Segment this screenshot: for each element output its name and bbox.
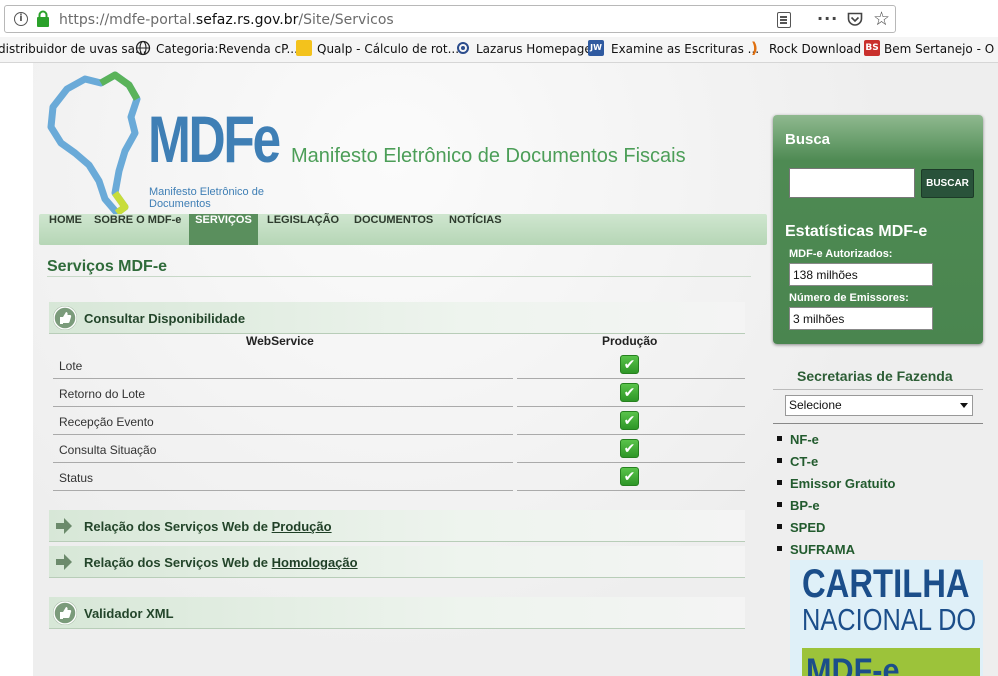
arrow-right-icon (56, 554, 72, 570)
chevron-down-icon (960, 403, 968, 408)
emitters-value: 3 milhões (789, 307, 933, 330)
search-label: Busca (785, 131, 831, 148)
table-row: Status ✔ (49, 463, 745, 491)
lock-icon (37, 10, 49, 27)
search-button[interactable]: BUSCAR (921, 169, 974, 198)
logo-wordmark: MDFe (148, 102, 281, 176)
homologacao-section[interactable]: Relação dos Serviços Web de Homologação (49, 546, 745, 578)
producao-link[interactable]: Relação dos Serviços Web de Produção (84, 519, 332, 534)
check-icon: ✔ (620, 355, 639, 374)
banner-line-3: MDF-e (806, 652, 900, 676)
cartilha-banner[interactable]: CARTILHA NACIONAL DO MDF-e (790, 560, 983, 676)
bookmark-item[interactable]: Categoria:Revenda cP... (156, 42, 298, 56)
site-title: Manifesto Eletrônico de Documentos Fisca… (291, 145, 686, 167)
nav-legislacao[interactable]: LEGISLAÇÃO (261, 214, 345, 245)
divider (47, 276, 751, 277)
producao-section[interactable]: Relação dos Serviços Web de Produção (49, 510, 745, 542)
webservice-name: Retorno do Lote (59, 387, 146, 401)
info-icon[interactable]: i (14, 12, 28, 26)
sidebar-link-bpe[interactable]: BP-e (777, 498, 820, 513)
thumbs-up-icon (53, 306, 77, 330)
globe-icon (135, 40, 151, 56)
table-row: Consulta Situação ✔ (49, 435, 745, 463)
banner-line-2: NACIONAL DO (802, 602, 977, 637)
bookmarks-toolbar: distribuidor de uvas sa... Categoria:Rev… (0, 37, 998, 63)
table-row: Recepção Evento ✔ (49, 407, 745, 435)
column-header-webservice: WebService (246, 334, 314, 348)
bookmark-item[interactable]: Qualp - Cálculo de rot... (317, 42, 459, 56)
validator-title: Validador XML (84, 606, 174, 621)
sidebar-link-suframa[interactable]: SUFRAMA (777, 542, 855, 557)
main-nav: HOME SOBRE O MDF-e SERVIÇOS LEGISLAÇÃO D… (39, 214, 767, 245)
banner-line-1: CARTILHA (802, 562, 970, 606)
bookmark-item[interactable]: Lazarus Homepage (476, 42, 592, 56)
lazarus-favicon (457, 42, 469, 54)
site-container: MDFe Manifesto Eletrônico de Documentos … (33, 63, 998, 676)
jw-favicon: JW (588, 40, 604, 56)
check-icon: ✔ (620, 439, 639, 458)
sidebar-link-sped[interactable]: SPED (777, 520, 825, 535)
authorized-label: MDF-e Autorizados: (789, 248, 893, 260)
emitters-label: Número de Emissores: (789, 292, 909, 304)
nav-servicos[interactable]: SERVIÇOS (189, 214, 258, 245)
column-header-producao: Produção (602, 334, 658, 348)
sidebar-link-nfe[interactable]: NF-e (777, 432, 819, 447)
bookmark-item[interactable]: distribuidor de uvas sa... (0, 42, 146, 56)
thumbs-up-icon (53, 601, 77, 625)
qualp-favicon (296, 40, 312, 56)
page-title: Serviços MDF-e (47, 258, 168, 275)
nav-noticias[interactable]: NOTÍCIAS (443, 214, 508, 245)
table-row: Lote ✔ (49, 351, 745, 379)
availability-section-header[interactable]: Consultar Disponibilidade (49, 302, 745, 334)
reader-view-icon[interactable] (777, 12, 791, 28)
nav-home[interactable]: HOME (43, 214, 88, 245)
arrow-right-icon (56, 518, 72, 534)
authorized-value: 138 milhões (789, 263, 933, 286)
url-text: https://mdfe-portal.sefaz.rs.gov.br/Site… (59, 12, 394, 28)
check-icon: ✔ (620, 467, 639, 486)
page-viewport: MDFe Manifesto Eletrônico de Documentos … (0, 63, 998, 676)
webservice-name: Status (59, 471, 94, 485)
search-input[interactable] (789, 168, 915, 198)
table-row: Retorno do Lote ✔ (49, 379, 745, 407)
webservice-name: Consulta Situação (59, 443, 157, 457)
webservice-name: Lote (59, 359, 83, 373)
bookmark-star-icon[interactable]: ☆ (873, 8, 890, 30)
rock-favicon: ) (751, 39, 758, 57)
stats-title: Estatísticas MDF-e (785, 223, 928, 240)
bookmark-item[interactable]: Rock Download (769, 42, 861, 56)
brazil-map-icon (47, 71, 141, 216)
address-bar[interactable]: i https://mdfe-portal.sefaz.rs.gov.br/Si… (4, 5, 896, 33)
mdfe-logo[interactable]: MDFe Manifesto Eletrônico de Documentos (45, 71, 281, 216)
logo-subtitle: Manifesto Eletrônico de Documentos (149, 186, 264, 210)
homologacao-link[interactable]: Relação dos Serviços Web de Homologação (84, 555, 358, 570)
pocket-icon[interactable] (847, 12, 863, 27)
validator-section-header[interactable]: Validador XML (49, 597, 745, 629)
check-icon: ✔ (620, 411, 639, 430)
bookmark-item[interactable]: Bem Sertanejo - O Me (884, 42, 998, 56)
more-actions-icon[interactable]: ··· (817, 9, 838, 28)
divider (773, 389, 983, 390)
check-icon: ✔ (620, 383, 639, 402)
fazenda-select[interactable]: Selecione (785, 395, 973, 416)
bs-favicon: BS (864, 40, 880, 56)
sidebar-link-cte[interactable]: CT-e (777, 454, 818, 469)
sidebar-link-emissor[interactable]: Emissor Gratuito (777, 476, 895, 491)
browser-toolbar: i https://mdfe-portal.sefaz.rs.gov.br/Si… (0, 0, 998, 37)
bookmark-item[interactable]: Examine as Escrituras ... (611, 42, 759, 56)
nav-documentos[interactable]: DOCUMENTOS (348, 214, 439, 245)
nav-sobre[interactable]: SOBRE O MDF-e (88, 214, 187, 245)
webservice-name: Recepção Evento (59, 415, 154, 429)
sidebar-panel: Busca BUSCAR Estatísticas MDF-e MDF-e Au… (773, 115, 983, 344)
fazenda-title: Secretarias de Fazenda (797, 368, 953, 384)
divider (773, 423, 983, 424)
availability-title: Consultar Disponibilidade (84, 311, 246, 326)
